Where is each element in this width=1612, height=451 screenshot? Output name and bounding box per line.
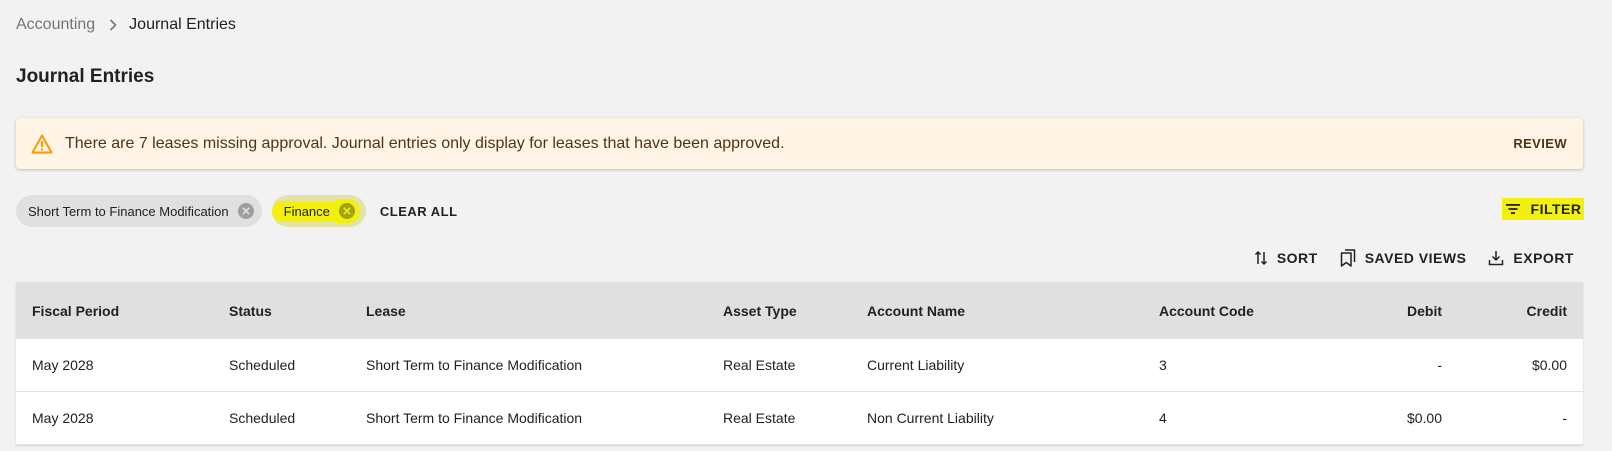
filter-chip-finance[interactable]: Finance <box>271 195 366 227</box>
header-account-name[interactable]: Account Name <box>867 303 965 319</box>
cell-asset-type: Real Estate <box>723 357 796 373</box>
review-button[interactable]: REVIEW <box>1513 118 1567 169</box>
header-asset-type[interactable]: Asset Type <box>723 303 797 319</box>
table-toolbar: SORT SAVED VIEWS EXPORT <box>1232 247 1574 269</box>
sort-arrows-icon <box>1254 250 1267 266</box>
close-circle-icon[interactable] <box>237 202 255 220</box>
cell-account-name: Non Current Liability <box>867 410 994 426</box>
export-button[interactable]: EXPORT <box>1488 250 1574 266</box>
breadcrumb: Accounting Journal Entries <box>16 15 236 35</box>
download-icon <box>1489 251 1504 266</box>
clear-all-button[interactable]: CLEAR ALL <box>380 204 458 219</box>
bookmarks-icon <box>1340 249 1355 267</box>
filter-label: FILTER <box>1530 201 1582 217</box>
table-header-row: Fiscal Period Status Lease Asset Type Ac… <box>16 282 1583 339</box>
sort-button[interactable]: SORT <box>1254 250 1318 266</box>
cell-status: Scheduled <box>229 357 296 373</box>
saved-views-label: SAVED VIEWS <box>1364 250 1467 266</box>
cell-lease: Short Term to Finance Modification <box>366 410 583 426</box>
close-circle-icon[interactable] <box>335 199 360 223</box>
cell-status: Scheduled <box>229 410 296 426</box>
filter-button[interactable]: FILTER <box>1502 198 1584 220</box>
cell-account-name: Current Liability <box>867 357 965 373</box>
export-label: EXPORT <box>1513 250 1574 266</box>
header-fiscal-period[interactable]: Fiscal Period <box>32 303 119 319</box>
cell-fiscal-period: May 2028 <box>32 357 94 373</box>
table-row[interactable]: May 2028 Scheduled Short Term to Finance… <box>16 392 1583 445</box>
sort-label: SORT <box>1276 250 1318 266</box>
cell-debit: - <box>1437 357 1442 373</box>
cell-account-code: 3 <box>1159 357 1167 373</box>
header-credit[interactable]: Credit <box>1527 303 1567 319</box>
table-row[interactable]: May 2028 Scheduled Short Term to Finance… <box>16 339 1583 392</box>
header-account-code[interactable]: Account Code <box>1159 303 1254 319</box>
saved-views-button[interactable]: SAVED VIEWS <box>1340 249 1467 267</box>
journal-entries-table: Fiscal Period Status Lease Asset Type Ac… <box>16 282 1583 445</box>
page-title: Journal Entries <box>16 66 155 87</box>
chevron-right-icon <box>109 19 117 31</box>
active-filters: Short Term to Finance Modification Finan… <box>16 195 458 227</box>
cell-account-code: 4 <box>1159 410 1167 426</box>
filter-icon <box>1505 204 1520 214</box>
cell-debit: $0.00 <box>1406 410 1442 426</box>
chip-label: Finance <box>271 200 336 222</box>
cell-asset-type: Real Estate <box>723 410 796 426</box>
cell-fiscal-period: May 2028 <box>32 410 94 426</box>
missing-approval-alert: There are 7 leases missing approval. Jou… <box>16 118 1583 169</box>
cell-lease: Short Term to Finance Modification <box>366 357 583 373</box>
warning-icon <box>31 134 53 154</box>
header-status[interactable]: Status <box>229 303 272 319</box>
alert-message: There are 7 leases missing approval. Jou… <box>65 134 785 152</box>
cell-credit: $0.00 <box>1531 357 1567 373</box>
breadcrumb-accounting-link[interactable]: Accounting <box>16 16 95 34</box>
header-lease[interactable]: Lease <box>366 303 406 319</box>
chip-label: Short Term to Finance Modification <box>28 203 229 219</box>
breadcrumb-current: Journal Entries <box>129 16 236 33</box>
header-debit[interactable]: Debit <box>1407 303 1442 319</box>
filter-chip-short-term[interactable]: Short Term to Finance Modification <box>16 195 262 227</box>
cell-credit: - <box>1562 410 1567 426</box>
